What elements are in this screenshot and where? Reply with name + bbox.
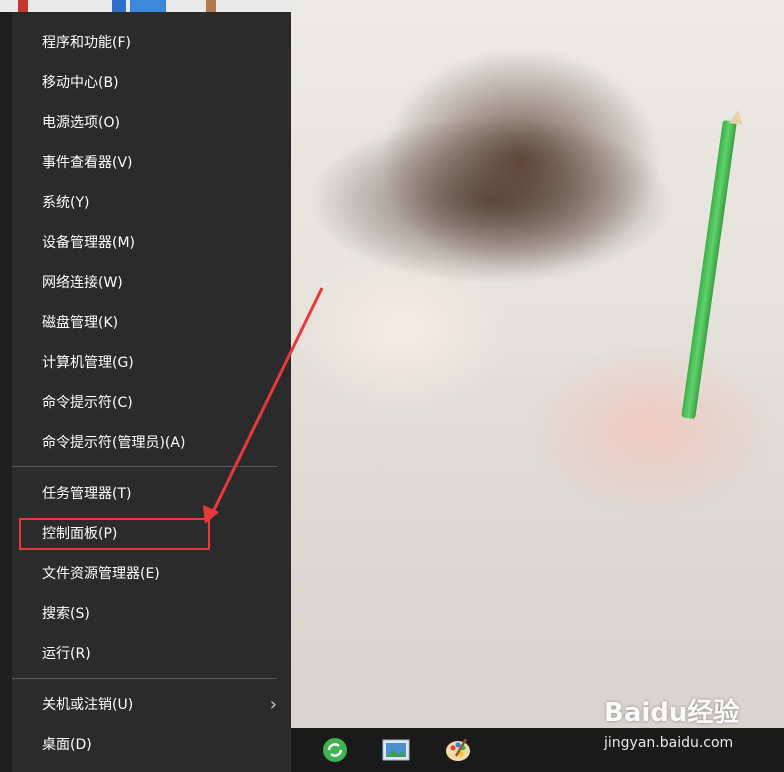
top-desktop-icons-strip [0,0,292,12]
control-panel-highlight-box [19,518,210,550]
menu-item-run[interactable]: 运行(R) [12,634,291,674]
watermark-logo: Baidu经验 [604,698,740,728]
menu-item-event-viewer[interactable]: 事件查看器(V) [12,143,291,183]
desktop-icon-fragment[interactable] [112,0,126,12]
pencil-tip-image [729,109,745,125]
watermark-url: jingyan.baidu.com [604,735,734,751]
menu-item-computer-management[interactable]: 计算机管理(G) [12,343,291,383]
desktop-icon-fragment[interactable] [18,0,28,12]
menu-item-network-connections[interactable]: 网络连接(W) [12,263,291,303]
menu-item-system[interactable]: 系统(Y) [12,183,291,223]
picture-viewer-icon[interactable] [382,736,410,764]
refresh-green-icon[interactable] [321,736,349,764]
desktop-icon-fragment[interactable] [206,0,216,12]
menu-item-disk-management[interactable]: 磁盘管理(K) [12,303,291,343]
desktop-icon-fragment[interactable] [130,0,166,12]
menu-item-label: 电源选项(O) [42,115,120,131]
menu-item-label: 任务管理器(T) [42,486,132,502]
menu-item-label: 命令提示符(C) [42,395,133,411]
menu-item-label: 移动中心(B) [42,75,119,91]
menu-item-label: 命令提示符(管理员)(A) [42,435,186,451]
menu-item-label: 桌面(D) [42,737,92,753]
menu-item-command-prompt[interactable]: 命令提示符(C) [12,383,291,423]
menu-item-power-options[interactable]: 电源选项(O) [12,103,291,143]
menu-item-label: 事件查看器(V) [42,155,133,171]
menu-item-desktop[interactable]: 桌面(D) [12,725,291,765]
menu-item-search[interactable]: 搜索(S) [12,594,291,634]
menu-separator [12,678,277,679]
menu-item-shutdown-signout[interactable]: 关机或注销(U) › [12,685,291,725]
menu-item-command-prompt-admin[interactable]: 命令提示符(管理员)(A) [12,423,291,463]
menu-item-label: 文件资源管理器(E) [42,566,160,582]
menu-item-label: 磁盘管理(K) [42,315,119,331]
menu-item-label: 搜索(S) [42,606,90,622]
menu-separator [12,466,277,467]
menu-item-label: 系统(Y) [42,195,90,211]
menu-item-programs-features[interactable]: 程序和功能(F) [12,23,291,63]
menu-item-file-explorer[interactable]: 文件资源管理器(E) [12,554,291,594]
paint-palette-icon[interactable] [444,736,472,764]
desktop-wallpaper [291,0,784,728]
winx-context-menu: 程序和功能(F) 移动中心(B) 电源选项(O) 事件查看器(V) 系统(Y) … [12,12,291,772]
menu-item-label: 计算机管理(G) [42,355,134,371]
chevron-right-icon: › [269,694,277,715]
menu-item-label: 程序和功能(F) [42,35,131,51]
menu-item-label: 设备管理器(M) [42,235,136,251]
menu-item-task-manager[interactable]: 任务管理器(T) [12,474,291,514]
menu-item-label: 运行(R) [42,646,91,662]
menu-item-label: 关机或注销(U) [42,697,134,713]
menu-item-mobility-center[interactable]: 移动中心(B) [12,63,291,103]
menu-item-device-manager[interactable]: 设备管理器(M) [12,223,291,263]
pencil-image [681,120,737,420]
menu-item-label: 网络连接(W) [42,275,123,291]
desktop-left-strip [0,0,12,772]
